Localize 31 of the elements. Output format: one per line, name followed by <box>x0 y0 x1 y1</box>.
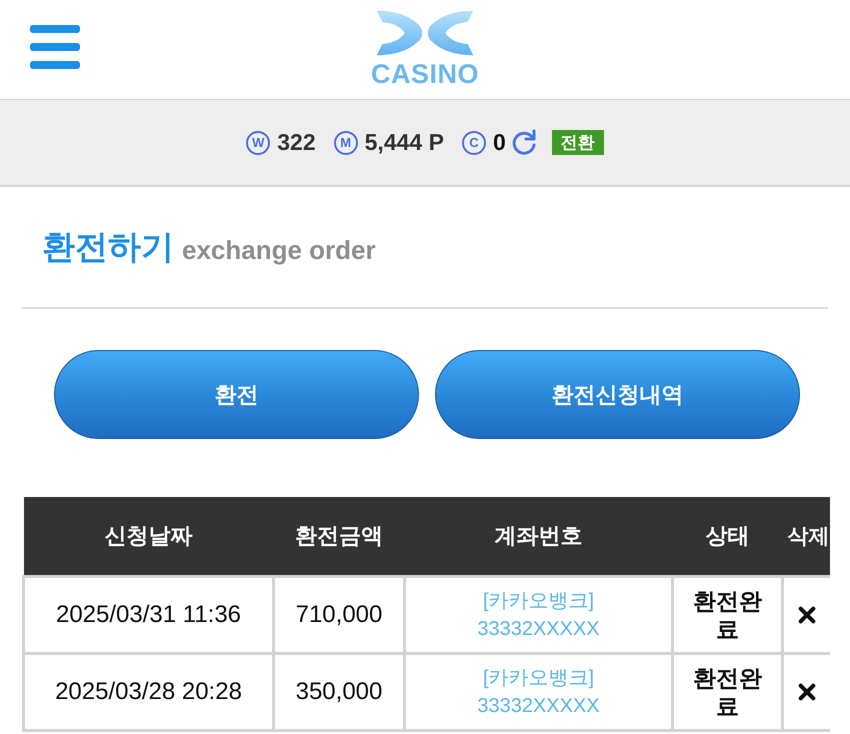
action-button[interactable]: 환전신청내역 <box>435 350 800 439</box>
column-header: 삭제 <box>782 497 830 576</box>
logo-text: CASINO <box>370 58 479 88</box>
balance-value: 5,444 P <box>364 129 444 156</box>
currency-symbol: C <box>462 130 486 154</box>
column-header: 계좌번호 <box>404 497 672 576</box>
balance-value: 0 <box>492 129 506 156</box>
column-header: 환전금액 <box>274 497 404 576</box>
column-header: 신청날짜 <box>24 497 274 576</box>
account-number: 33332XXXXX <box>477 692 600 720</box>
bank-name: [카카오뱅크] <box>482 588 594 614</box>
table-cell: 350,000 <box>274 654 404 730</box>
table-cell: 710,000 <box>274 576 404 654</box>
balance-value: 322 <box>277 129 316 156</box>
table-cell: 2025/03/31 11:36 <box>24 576 274 654</box>
table-cell: 환전완료 <box>672 654 782 730</box>
cross-icon[interactable] <box>798 683 816 701</box>
account-number: 33332XXXXX <box>477 616 600 642</box>
table-cell: 환전완료 <box>672 576 782 654</box>
bank-name: [카카오뱅크] <box>482 666 594 690</box>
currency-symbol: W <box>246 130 270 154</box>
menu-icon[interactable] <box>30 25 80 69</box>
refresh-icon[interactable] <box>510 128 538 156</box>
page-subtitle: exchange order <box>182 234 376 266</box>
table-cell: 2025/03/28 20:28 <box>24 654 274 730</box>
currency-symbol: M <box>334 130 358 154</box>
action-button[interactable]: 환전 <box>54 350 419 439</box>
column-header: 상태 <box>672 497 782 576</box>
page-title: 환전하기 <box>42 226 174 266</box>
convert-button[interactable]: 전환 <box>552 130 604 155</box>
cross-icon[interactable] <box>798 606 816 624</box>
